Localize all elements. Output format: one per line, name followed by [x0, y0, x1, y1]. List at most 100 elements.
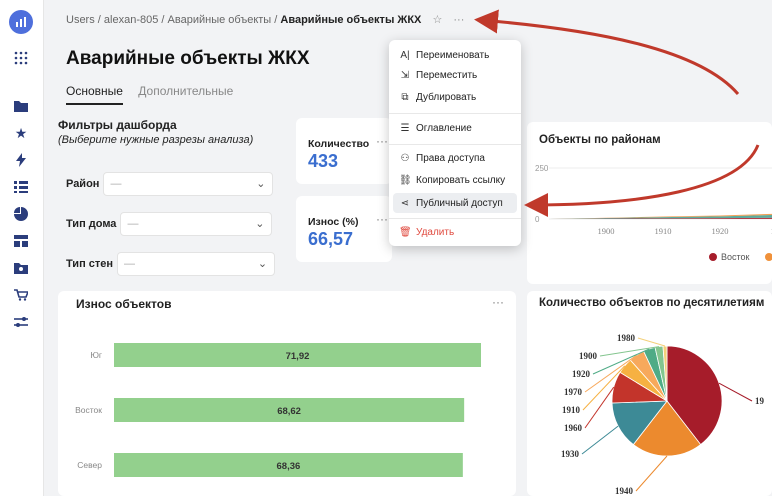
dashboard-tabs: Основные Дополнительные — [66, 84, 245, 105]
x-tick-label: 1900 — [598, 226, 615, 236]
pie-label: 1900 — [579, 351, 598, 361]
kpi-label: Износ (%) — [308, 216, 359, 228]
menu-item-label: Публичный доступ — [416, 197, 503, 209]
breadcrumb-item-folder[interactable]: Аварийные объекты — [168, 14, 272, 26]
kpi-label: Количество — [308, 138, 370, 150]
context-menu: A| Переименовать ⇲ Переместить ⧉ Дублиро… — [389, 40, 521, 246]
pie-label: 1980 — [617, 333, 636, 343]
house-type-select[interactable]: — ⌄ — [120, 212, 273, 236]
filters-widget: Фильтры дашборда (Выберите нужные разрез… — [58, 118, 284, 278]
tab-main[interactable]: Основные — [66, 84, 123, 105]
menu-item-public-access[interactable]: ⋖ Публичный доступ — [393, 193, 517, 213]
chevron-down-icon: ⌄ — [257, 258, 268, 270]
menu-item-label: Удалить — [416, 227, 455, 238]
menu-item-toc[interactable]: ☰ Оглавление — [399, 123, 472, 134]
y-tick-label: 250 — [535, 164, 549, 173]
dataset-icon[interactable] — [11, 178, 31, 196]
menu-item-move[interactable]: ⇲ Переместить — [399, 70, 477, 81]
tab-additional[interactable]: Дополнительные — [138, 84, 233, 103]
bar-chart-card: Износ объектов ··· 71,92 Юг 68,62 Восток 68,… — [58, 291, 516, 496]
breadcrumb: Users / alexan-805 / Аварийные объекты /… — [66, 13, 464, 26]
filter-row-district: Район — ⌄ — [66, 172, 274, 196]
menu-item-label: Права доступа — [416, 153, 485, 164]
pie-label: 1970 — [564, 387, 583, 397]
chevron-down-icon: ⌄ — [256, 178, 266, 190]
menu-item-label: Оглавление — [416, 123, 472, 134]
bar-value-label: 71,92 — [286, 351, 310, 362]
menu-item-delete[interactable]: 🗑 Удалить — [399, 227, 454, 238]
y-tick-label: 0 — [535, 215, 540, 224]
select-value: — — [110, 178, 122, 190]
pie-chart: 19 1940 1930 1960 1910 1970 1920 1900 1980 — [561, 333, 765, 496]
folder-user-icon[interactable] — [11, 259, 31, 277]
wall-type-select[interactable]: — ⌄ — [117, 252, 276, 276]
cart-icon[interactable] — [11, 286, 31, 304]
menu-item-label: Копировать ссылку — [416, 175, 506, 186]
menu-divider — [389, 144, 521, 145]
pie-label: 1940 — [615, 486, 634, 496]
pie-leader-line — [637, 337, 666, 347]
rename-icon: A| — [400, 50, 410, 61]
district-select[interactable]: — ⌄ — [103, 172, 274, 196]
page-title: Аварийные объекты ЖКХ — [66, 48, 310, 69]
filters-subtitle: (Выберите нужные разрезы анализа) — [58, 134, 254, 146]
kpi-value: 66,57 — [308, 229, 354, 249]
pie-label: 1960 — [564, 423, 583, 433]
sidebar: ★ — [0, 0, 44, 496]
connections-icon[interactable] — [11, 313, 31, 331]
bar-value-label: 68,62 — [277, 406, 301, 417]
share-icon: ⋖ — [400, 197, 410, 209]
bar-value-label: 68,36 — [277, 461, 301, 472]
lightning-icon[interactable] — [11, 151, 31, 169]
category-label: Север — [77, 460, 102, 470]
breadcrumb-item-users[interactable]: Users — [66, 14, 95, 26]
menu-divider — [389, 218, 521, 219]
pie-leader-line — [581, 425, 619, 455]
menu-item-access-rights[interactable]: ⚇ Права доступа — [399, 153, 485, 164]
filter-label: Тип дома — [66, 218, 117, 230]
pie-label: 1930 — [561, 449, 580, 459]
area-chart-card: Объекты по районам 2500190019101920193Во… — [527, 122, 772, 284]
area-chart: 2500190019101920193Восток — [535, 164, 772, 262]
menu-item-duplicate[interactable]: ⧉ Дублировать — [399, 92, 476, 103]
category-label: Восток — [75, 405, 102, 415]
logo-chart-icon[interactable] — [9, 10, 33, 34]
more-actions-button[interactable]: ··· — [453, 14, 464, 26]
trash-icon: 🗑 — [399, 227, 412, 238]
pie-chart-icon[interactable] — [11, 205, 31, 223]
kpi-wear-card: Износ (%) 66,57 ··· — [296, 196, 392, 262]
breadcrumb-current: Аварийные объекты ЖКХ — [280, 14, 422, 26]
legend-marker — [709, 253, 717, 261]
menu-divider — [389, 113, 521, 114]
users-icon: ⚇ — [400, 153, 410, 164]
breadcrumb-separator: / — [161, 14, 165, 26]
more-icon[interactable]: ··· — [376, 212, 388, 226]
menu-item-rename[interactable]: A| Переименовать — [399, 50, 489, 61]
x-tick-label: 1910 — [655, 226, 672, 236]
favorite-star-icon[interactable]: ☆ — [432, 14, 442, 26]
bar-chart: 71,92 Юг 68,62 Восток 68,36 Север — [75, 343, 481, 477]
pie-leader-line — [718, 382, 753, 402]
pie-label: 1920 — [572, 369, 591, 379]
dashboard-icon[interactable] — [11, 232, 31, 250]
pie-label: 1910 — [562, 405, 581, 415]
breadcrumb-item-user[interactable]: alexan-805 — [104, 14, 158, 26]
chevron-down-icon: ⌄ — [255, 218, 265, 230]
pie-leader-line — [635, 455, 668, 492]
folder-icon[interactable] — [11, 97, 31, 115]
star-icon[interactable]: ★ — [11, 124, 31, 142]
pie-label: 19 — [755, 396, 765, 406]
more-icon[interactable]: ··· — [376, 134, 388, 148]
filters-title: Фильтры дашборда — [58, 118, 177, 132]
breadcrumb-separator: / — [97, 14, 101, 26]
kpi-value: 433 — [308, 151, 339, 171]
menu-item-label: Дублировать — [416, 92, 477, 103]
apps-grid-icon[interactable] — [11, 49, 31, 67]
list-icon: ☰ — [400, 123, 410, 134]
menu-item-copy-link[interactable]: ⛓ Копировать ссылку — [399, 175, 505, 186]
link-icon: ⛓ — [399, 175, 412, 186]
filter-label: Тип стен — [66, 258, 114, 270]
filter-row-house-type: Тип дома — ⌄ — [66, 212, 273, 236]
breadcrumb-separator: / — [274, 14, 278, 26]
legend-label: Восток — [721, 252, 750, 262]
